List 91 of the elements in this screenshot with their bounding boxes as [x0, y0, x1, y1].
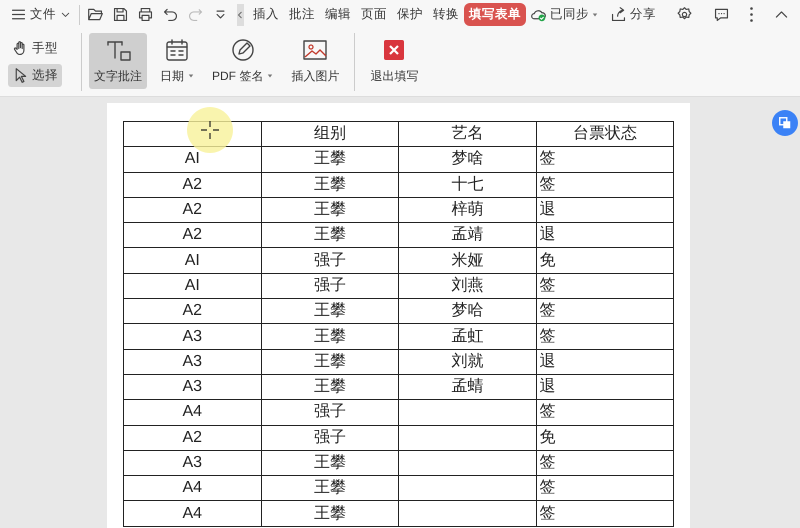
print-icon	[136, 6, 154, 23]
table-cell: 王攀	[261, 450, 398, 476]
table-cell: 十七	[398, 172, 536, 198]
table-cell: A4	[124, 476, 261, 501]
sync-status[interactable]: 已同步	[526, 2, 602, 26]
table-cell: 孟蜻	[398, 374, 536, 400]
table-cell: 签	[536, 273, 674, 299]
table-cell: A2	[124, 298, 261, 324]
table-cell: 退	[536, 374, 674, 400]
chevron-left-icon	[237, 10, 244, 18]
pages-icon	[778, 116, 792, 130]
caret-icon	[592, 12, 598, 18]
menu-tab[interactable]: 保护	[392, 3, 428, 26]
table-cell: 强子	[261, 400, 398, 426]
table-cell: AI	[124, 248, 261, 274]
table-cell: 王攀	[261, 476, 398, 501]
table-cell: 签	[536, 400, 674, 426]
table-cell: A3	[124, 349, 261, 374]
table-cell: 退	[536, 222, 674, 248]
table-cell: A2	[124, 172, 261, 198]
floating-tool-button[interactable]	[772, 110, 798, 136]
table-cell: A2	[124, 197, 261, 223]
menu-tab[interactable]: 插入	[248, 3, 284, 26]
image-button[interactable]: 插入图片	[286, 33, 344, 89]
table-cell: A3	[124, 324, 261, 350]
table-cell: 签	[536, 500, 674, 526]
calendar-icon	[164, 37, 190, 63]
table-cell: A2	[124, 222, 261, 248]
table-cell: 王攀	[261, 172, 398, 198]
menu-tab[interactable]: 编辑	[320, 3, 356, 26]
table-cell: 签	[536, 146, 674, 172]
table-cell: 孟虹	[398, 324, 536, 350]
table-cell: 王攀	[261, 374, 398, 400]
table-cell: 梦啥	[398, 146, 536, 172]
column-header: 台票状态	[536, 122, 674, 147]
table-cell: 米娅	[398, 248, 536, 274]
date-button[interactable]: 日期	[155, 33, 199, 89]
table-cell: 梓萌	[398, 197, 536, 223]
hand-tool[interactable]: 手型	[8, 37, 62, 60]
table-cell: 签	[536, 172, 674, 198]
table-cell: 签	[536, 324, 674, 350]
table-cell: 免	[536, 425, 674, 450]
table-cell: 强子	[261, 248, 398, 274]
menu-tab[interactable]: 填写表单	[464, 3, 526, 26]
table-cell: AI	[124, 273, 261, 299]
table-cell: 刘燕	[398, 273, 536, 299]
table-cell: 签	[536, 450, 674, 476]
more-icon	[750, 7, 753, 22]
table-cell: 王攀	[261, 197, 398, 223]
collapse-button[interactable]	[236, 4, 244, 26]
table-cell: 刘就	[398, 349, 536, 374]
sign-button[interactable]: PDF 签名	[207, 33, 278, 89]
table-cell: 孟靖	[398, 222, 536, 248]
share-button[interactable]: 分享	[606, 2, 660, 26]
table-cell: 退	[536, 197, 674, 223]
table-cell: A3	[124, 374, 261, 400]
table-cell: A2	[124, 425, 261, 450]
save-icon	[112, 6, 129, 23]
menu-tab[interactable]: 批注	[284, 3, 320, 26]
table-cell: A4	[124, 500, 261, 526]
table-cell: 王攀	[261, 500, 398, 526]
table-cell: 王攀	[261, 222, 398, 248]
caret-icon	[188, 73, 194, 79]
pen-circle-icon	[230, 37, 256, 63]
table-cell: 签	[536, 298, 674, 324]
column-header: 组别	[261, 122, 398, 147]
menu-tab[interactable]: 页面	[356, 3, 392, 26]
table-cell: 梦哈	[398, 298, 536, 324]
table-cell: 王攀	[261, 324, 398, 350]
caret-icon	[267, 73, 274, 79]
table-cell: 退	[536, 349, 674, 374]
table-cell: 强子	[261, 425, 398, 450]
redo-icon	[186, 6, 204, 23]
table-cell: 免	[536, 248, 674, 274]
menu-tab[interactable]: 转换	[428, 3, 464, 26]
exit-button[interactable]: 退出填写	[365, 33, 424, 89]
table-cell: 王攀	[261, 349, 398, 374]
folder-icon	[86, 6, 104, 23]
table-cell: 王攀	[261, 146, 398, 172]
table-cell: 强子	[261, 273, 398, 299]
select-tool[interactable]: 选择	[8, 64, 62, 86]
share-icon	[610, 6, 627, 23]
table-cell: A3	[124, 450, 261, 476]
table-cell: 签	[536, 476, 674, 501]
text-button[interactable]: 文字批注	[89, 33, 147, 89]
table-cell: 王攀	[261, 298, 398, 324]
column-header: 艺名	[398, 122, 536, 147]
table-cell: A4	[124, 400, 261, 426]
comment-icon	[713, 6, 730, 23]
file-menu[interactable]: 文件	[6, 2, 76, 26]
undo-icon	[162, 6, 179, 23]
